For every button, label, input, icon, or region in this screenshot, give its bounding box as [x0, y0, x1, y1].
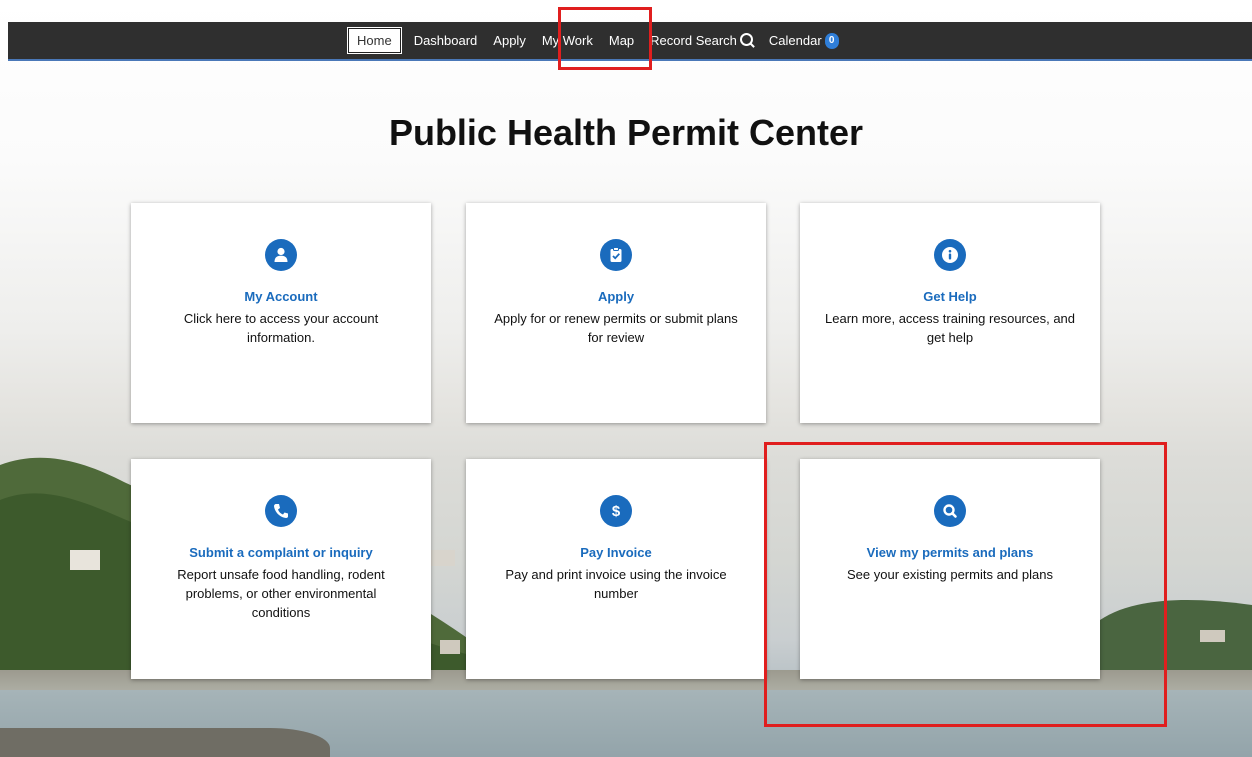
card-my-account-title[interactable]: My Account	[131, 289, 431, 304]
card-my-account[interactable]: My Account Click here to access your acc…	[131, 203, 431, 423]
nav-item-apply-label: Apply	[493, 33, 526, 48]
nav-item-home[interactable]: Home	[347, 27, 402, 54]
highlight-my-work	[558, 7, 652, 70]
card-get-help-title[interactable]: Get Help	[800, 289, 1100, 304]
card-submit-complaint[interactable]: Submit a complaint or inquiry Report uns…	[131, 459, 431, 679]
user-icon	[265, 239, 297, 271]
nav-item-calendar-label: Calendar	[768, 33, 822, 48]
clipboard-check-icon	[600, 239, 632, 271]
card-my-account-description: Click here to access your account inform…	[183, 311, 379, 345]
nav-item-home-label: Home	[357, 33, 392, 48]
card-get-help-description: Learn more, access training resources, a…	[825, 311, 1076, 345]
info-icon	[934, 239, 966, 271]
highlight-view-permits	[764, 442, 1167, 727]
nav-item-dashboard-label: Dashboard	[413, 33, 478, 48]
card-pay-invoice-description: Pay and print invoice using the invoice …	[505, 567, 727, 601]
nav-item-dashboard[interactable]: Dashboard	[407, 30, 485, 51]
card-apply-title[interactable]: Apply	[466, 289, 766, 304]
background-sand	[0, 728, 330, 757]
nav-item-apply[interactable]: Apply	[486, 30, 533, 51]
dollar-icon: $	[600, 495, 632, 527]
card-submit-complaint-description: Report unsafe food handling, rodent prob…	[177, 567, 385, 620]
nav-item-record-search-label: Record Search	[650, 33, 737, 48]
card-apply[interactable]: Apply Apply for or renew permits or subm…	[466, 203, 766, 423]
card-pay-invoice-title[interactable]: Pay Invoice	[466, 545, 766, 560]
nav-item-record-search[interactable]: Record Search	[643, 30, 760, 51]
card-get-help[interactable]: Get Help Learn more, access training res…	[800, 203, 1100, 423]
search-icon	[739, 33, 753, 46]
card-pay-invoice[interactable]: $ Pay Invoice Pay and print invoice usin…	[466, 459, 766, 679]
svg-text:$: $	[612, 503, 621, 520]
calendar-count-badge: 0	[824, 32, 839, 49]
nav-item-calendar[interactable]: Calendar 0	[762, 30, 846, 52]
card-submit-complaint-title[interactable]: Submit a complaint or inquiry	[131, 545, 431, 560]
phone-icon	[265, 495, 297, 527]
page-title: Public Health Permit Center	[388, 112, 864, 153]
card-apply-description: Apply for or renew permits or submit pla…	[494, 311, 738, 345]
